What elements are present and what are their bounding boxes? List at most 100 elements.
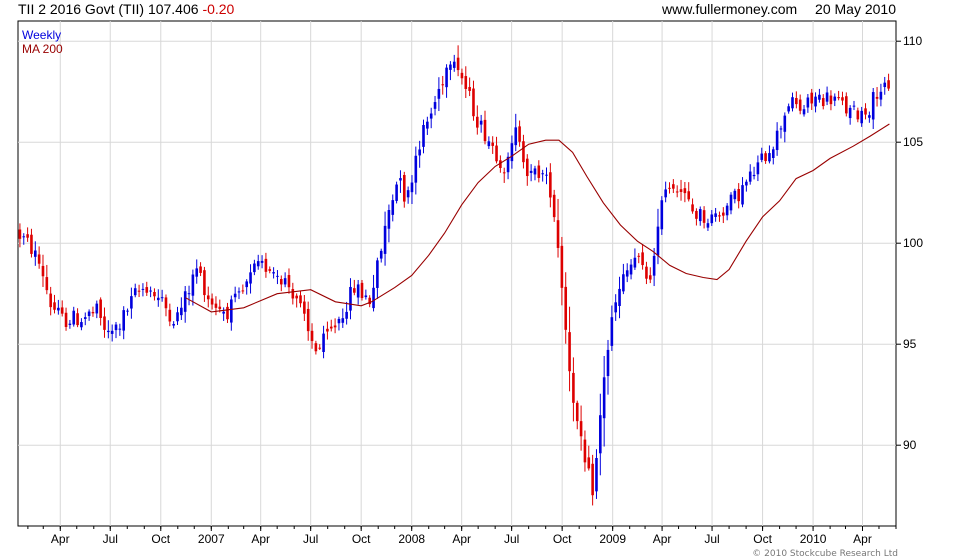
candle-body	[287, 275, 291, 288]
candle-body	[629, 264, 633, 275]
candle-body	[241, 290, 245, 292]
candle-body	[533, 168, 537, 175]
x-tick-label: Jul	[103, 532, 118, 546]
candle-body	[464, 76, 468, 89]
candle-body	[383, 225, 387, 254]
candle-body	[322, 333, 325, 353]
legend-weekly: Weekly	[22, 28, 61, 42]
candle	[360, 279, 364, 301]
candle-body	[76, 313, 79, 326]
candle-body	[183, 291, 187, 312]
candle-body	[418, 149, 421, 156]
candle-body	[695, 210, 698, 219]
candle-body	[233, 293, 237, 298]
candle-body	[291, 289, 295, 299]
candle-body	[456, 57, 460, 71]
candle-body	[306, 308, 310, 332]
x-tick-label: Oct	[352, 532, 371, 546]
candle-body	[391, 200, 395, 215]
candle-body	[479, 120, 483, 125]
y-tick-label: 110	[903, 34, 922, 48]
candle-body	[337, 318, 341, 324]
candle-body	[575, 402, 579, 422]
candle-body	[572, 372, 575, 403]
candle-body	[379, 250, 383, 259]
candle-body	[683, 188, 687, 194]
candle-body	[779, 128, 783, 130]
candle-body	[356, 284, 360, 298]
candle-body	[883, 82, 887, 88]
candle-body	[372, 287, 375, 309]
candle-body	[172, 323, 175, 326]
candle-body	[737, 189, 740, 202]
candle-body	[279, 279, 283, 285]
candle-body	[483, 119, 487, 142]
candle-body	[107, 330, 110, 333]
price-chart: 90 95 100 105 110 Apr Jul Oct 2007 Apr Jul Oct 2008 A…	[17, 20, 923, 546]
candle-body	[652, 255, 656, 276]
candle-body	[579, 421, 583, 437]
candle-body	[68, 323, 72, 325]
candle-body	[545, 174, 548, 176]
candle-body	[587, 457, 591, 469]
candle-body	[722, 212, 725, 216]
candle-body	[310, 330, 314, 342]
candle-body	[537, 165, 541, 178]
candle-body	[845, 96, 848, 114]
candle-body	[264, 258, 268, 272]
candle-body	[541, 173, 544, 175]
candle-body	[130, 296, 133, 309]
candle-body	[714, 213, 717, 217]
y-tick-label: 100	[903, 236, 923, 250]
candle-body	[60, 307, 64, 314]
candle-body	[206, 295, 210, 300]
candle-body	[237, 291, 241, 293]
candle-body	[256, 261, 260, 267]
candle-body	[149, 290, 152, 292]
candle-body	[702, 210, 706, 223]
x-tick-label: 2007	[198, 532, 225, 546]
candle-body	[760, 153, 764, 160]
candle-body	[410, 182, 414, 193]
candle-body	[798, 99, 802, 111]
candle-body	[706, 223, 710, 228]
candle-body	[821, 98, 825, 107]
x-tick-label: Apr	[251, 532, 270, 546]
candle-body	[725, 205, 729, 216]
copyright-notice: © 2010 Stockcube Research Ltd	[752, 549, 898, 559]
candle-body	[83, 317, 87, 319]
candle-body	[114, 324, 118, 331]
candle-body	[660, 200, 664, 230]
candle-body	[868, 115, 871, 118]
candle-body	[137, 290, 141, 292]
candle-body	[141, 288, 145, 290]
candle-body	[637, 255, 641, 257]
candle-body	[729, 194, 733, 211]
candle-body	[771, 149, 775, 158]
candle-body	[848, 107, 852, 119]
candle-body	[675, 191, 679, 193]
candle-body	[445, 67, 448, 88]
candle-body	[522, 141, 525, 163]
candle-body	[276, 275, 279, 277]
candle	[395, 181, 398, 204]
candle-body	[249, 272, 252, 284]
candle-body	[602, 377, 606, 419]
candle-body	[802, 109, 806, 115]
x-tick-label: 2009	[599, 532, 626, 546]
candle-body	[518, 126, 521, 142]
candle-body	[72, 310, 76, 325]
candle-body	[460, 72, 464, 79]
candle-body	[829, 95, 833, 105]
candle-body	[303, 301, 306, 314]
candle-body	[91, 312, 95, 314]
candle-body	[437, 88, 441, 99]
candle-body	[426, 121, 429, 129]
x-tick-label: Jul	[704, 532, 719, 546]
candle-body	[37, 254, 41, 264]
candle-body	[841, 97, 844, 101]
candle-body	[495, 145, 498, 162]
candle-body	[625, 270, 629, 277]
candle-body	[856, 110, 860, 120]
candle-body	[606, 349, 610, 377]
